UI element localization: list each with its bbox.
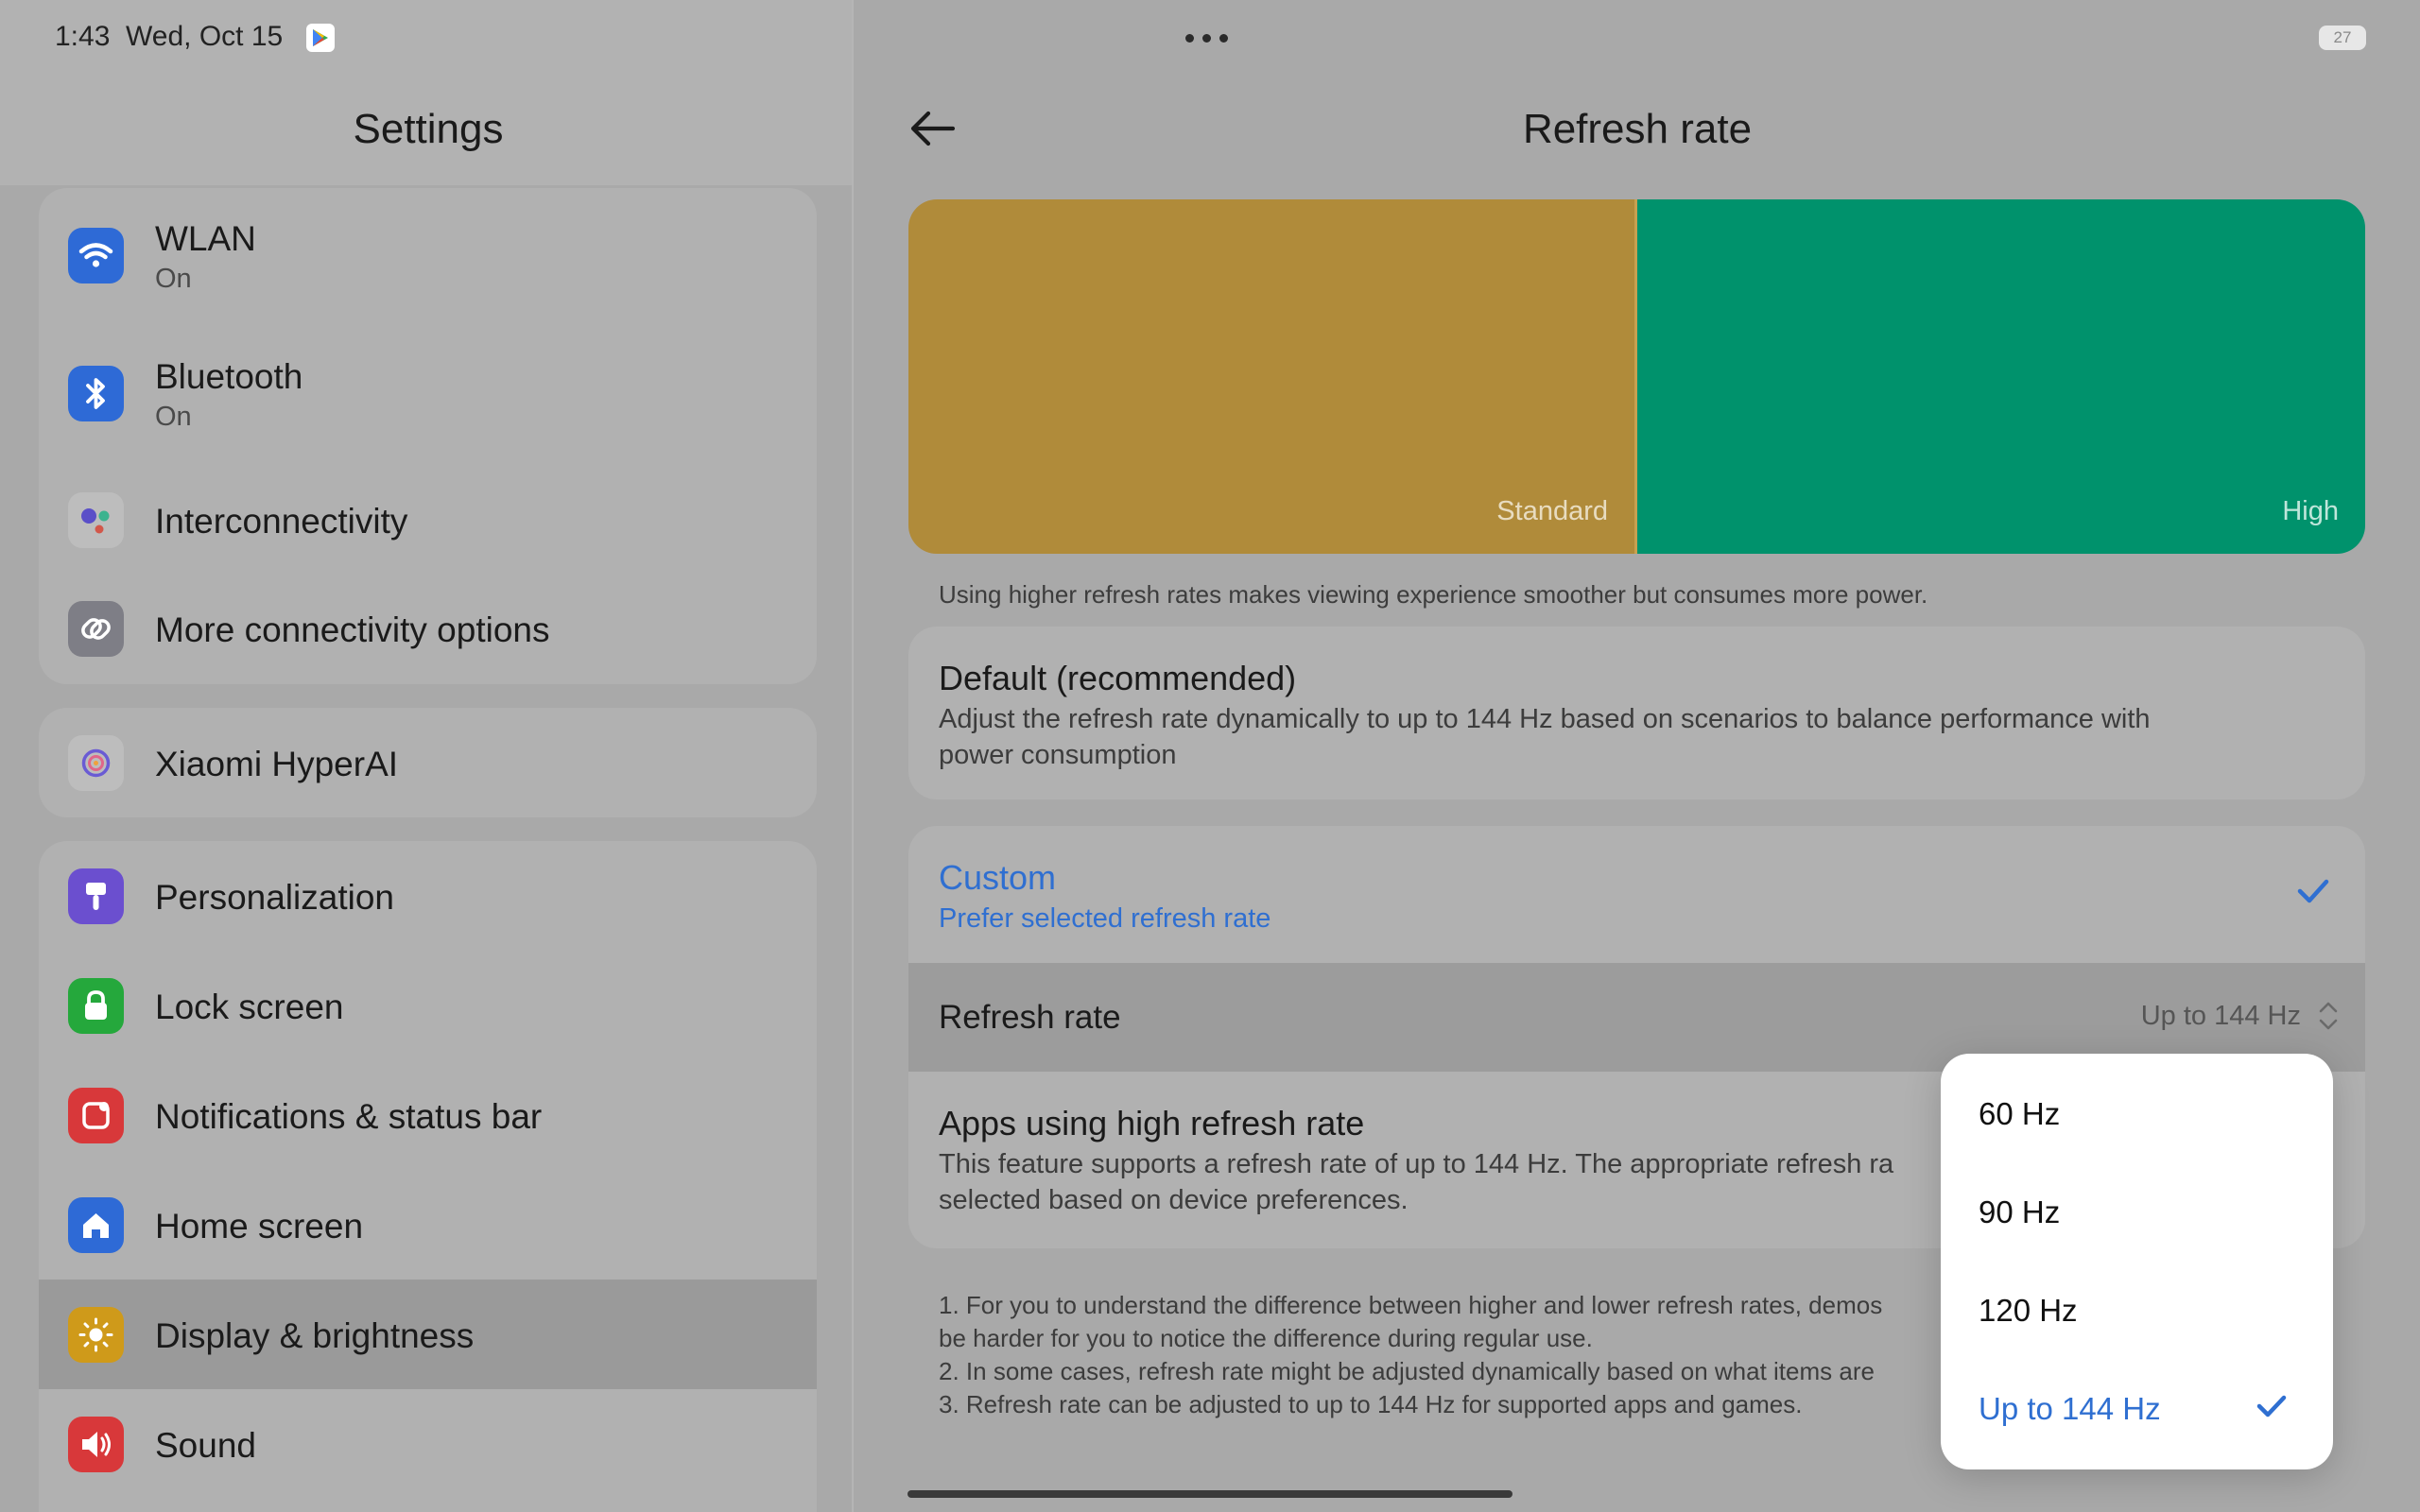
preview-standard-panel: Standard xyxy=(908,199,1634,554)
sidebar-item-status: On xyxy=(155,402,192,432)
sidebar-item-more-connectivity[interactable]: More connectivity options xyxy=(39,575,817,684)
option-default[interactable]: Default (recommended) Adjust the refresh… xyxy=(908,627,2365,799)
sidebar-item-label: Interconnectivity xyxy=(155,502,408,541)
sidebar-item-personalization[interactable]: Personalization xyxy=(39,841,817,951)
battery-icon: 27 xyxy=(2319,26,2366,50)
refresh-rate-preview: Standard High xyxy=(908,199,2365,554)
dropdown-option-label: Up to 144 Hz xyxy=(1979,1391,2161,1426)
status-bar: 1:43 Wed, Oct 15 27 xyxy=(0,0,2420,76)
sidebar-item-lock-screen[interactable]: Lock screen xyxy=(39,951,817,1060)
refresh-rate-dropdown: 60 Hz 90 Hz 120 Hz Up to 144 Hz xyxy=(1941,1054,2333,1469)
link-icon xyxy=(68,601,124,657)
sun-icon xyxy=(68,1307,124,1363)
footnote-line: be harder for you to notice the differen… xyxy=(939,1324,1593,1352)
sidebar-item-label: WLAN xyxy=(155,219,256,258)
sidebar-item-status: On xyxy=(155,264,192,294)
dropdown-option-label: 120 Hz xyxy=(1979,1293,2078,1328)
sidebar-item-hyperai[interactable]: Xiaomi HyperAI xyxy=(39,708,817,817)
connectivity-group: WLAN On Bluetooth On Interconnectivity M… xyxy=(39,188,817,684)
pane-divider xyxy=(852,0,854,1512)
sidebar-item-sound[interactable]: Sound xyxy=(39,1389,817,1499)
sidebar-item-label: Sound xyxy=(155,1426,256,1465)
dropdown-option-60hz[interactable]: 60 Hz xyxy=(1941,1066,2333,1160)
brush-icon xyxy=(68,868,124,924)
sidebar-item-label: More connectivity options xyxy=(155,610,550,649)
preview-high-label: High xyxy=(2282,496,2339,526)
footnote-line: 1. For you to understand the difference … xyxy=(939,1291,1883,1319)
speaker-icon xyxy=(68,1417,124,1472)
footnote-line: 2. In some cases, refresh rate might be … xyxy=(939,1357,1875,1385)
sidebar-item-label: Home screen xyxy=(155,1207,364,1246)
interconnectivity-icon xyxy=(68,492,124,548)
battery-level: 27 xyxy=(2333,28,2352,46)
play-store-icon xyxy=(306,24,335,52)
option-custom-title: Custom xyxy=(939,858,1057,897)
display-group: Personalization Lock screen Notification… xyxy=(39,841,817,1512)
option-default-desc-line2: power consumption xyxy=(939,740,1177,770)
footnote-line: 3. Refresh rate can be adjusted to up to… xyxy=(939,1390,1803,1418)
preview-standard-label: Standard xyxy=(1496,496,1608,526)
multitask-dots-icon[interactable] xyxy=(1185,34,1228,43)
option-custom-desc: Prefer selected refresh rate xyxy=(939,903,1271,934)
custom-check-icon xyxy=(2296,877,2330,910)
lock-icon xyxy=(68,978,124,1034)
refresh-rate-label: Refresh rate xyxy=(939,999,1121,1036)
dropdown-option-144hz[interactable]: Up to 144 Hz xyxy=(1941,1361,2333,1455)
sidebar-item-label: Personalization xyxy=(155,878,394,917)
preview-high-panel: High xyxy=(1637,199,2365,554)
ai-group: Xiaomi HyperAI xyxy=(39,708,817,817)
sidebar-title: Settings xyxy=(353,106,504,152)
dropdown-option-90hz[interactable]: 90 Hz xyxy=(1941,1164,2333,1259)
sidebar-item-bluetooth[interactable]: Bluetooth On xyxy=(39,327,817,465)
home-indicator[interactable] xyxy=(908,1490,1512,1498)
option-apps-title: Apps using high refresh rate xyxy=(939,1104,1365,1143)
dropdown-option-label: 60 Hz xyxy=(1979,1096,2061,1131)
home-icon xyxy=(68,1197,124,1253)
sidebar-item-wlan[interactable]: WLAN On xyxy=(39,188,817,327)
chevron-up-down-icon xyxy=(2318,999,2339,1038)
status-time: 1:43 xyxy=(55,21,111,52)
sidebar-item-notifications[interactable]: Notifications & status bar xyxy=(39,1060,817,1170)
refresh-rate-value: Up to 144 Hz xyxy=(2140,1001,2301,1031)
option-default-title: Default (recommended) xyxy=(939,659,1297,697)
status-date: Wed, Oct 15 xyxy=(126,21,284,52)
notification-icon xyxy=(68,1088,124,1143)
sidebar-item-interconnectivity[interactable]: Interconnectivity xyxy=(39,465,817,575)
page-title: Refresh rate xyxy=(1522,106,1753,152)
sidebar-item-label: Bluetooth xyxy=(155,357,303,396)
option-default-desc-line1: Adjust the refresh rate dynamically to u… xyxy=(939,704,2151,734)
dropdown-check-icon xyxy=(2256,1393,2288,1424)
sidebar-item-home-screen[interactable]: Home screen xyxy=(39,1170,817,1280)
sidebar-item-display-brightness[interactable]: Display & brightness xyxy=(39,1280,817,1389)
sidebar-item-label: Display & brightness xyxy=(155,1316,475,1355)
footnotes: 1. For you to understand the difference … xyxy=(939,1289,1950,1421)
wifi-icon xyxy=(68,228,124,284)
sidebar-item-label: Lock screen xyxy=(155,988,344,1026)
preview-caption: Using higher refresh rates makes viewing… xyxy=(939,580,1928,609)
dropdown-option-label: 90 Hz xyxy=(1979,1194,2061,1229)
sidebar-item-label: Xiaomi HyperAI xyxy=(155,745,399,783)
option-custom[interactable]: Custom Prefer selected refresh rate xyxy=(908,826,2365,963)
hyperai-icon xyxy=(68,735,124,791)
dropdown-option-120hz[interactable]: 120 Hz xyxy=(1941,1263,2333,1357)
sidebar-item-label: Notifications & status bar xyxy=(155,1097,543,1136)
settings-sidebar: Settings WLAN On Bluetooth On Interconne… xyxy=(0,0,853,1512)
bluetooth-icon xyxy=(68,366,124,421)
